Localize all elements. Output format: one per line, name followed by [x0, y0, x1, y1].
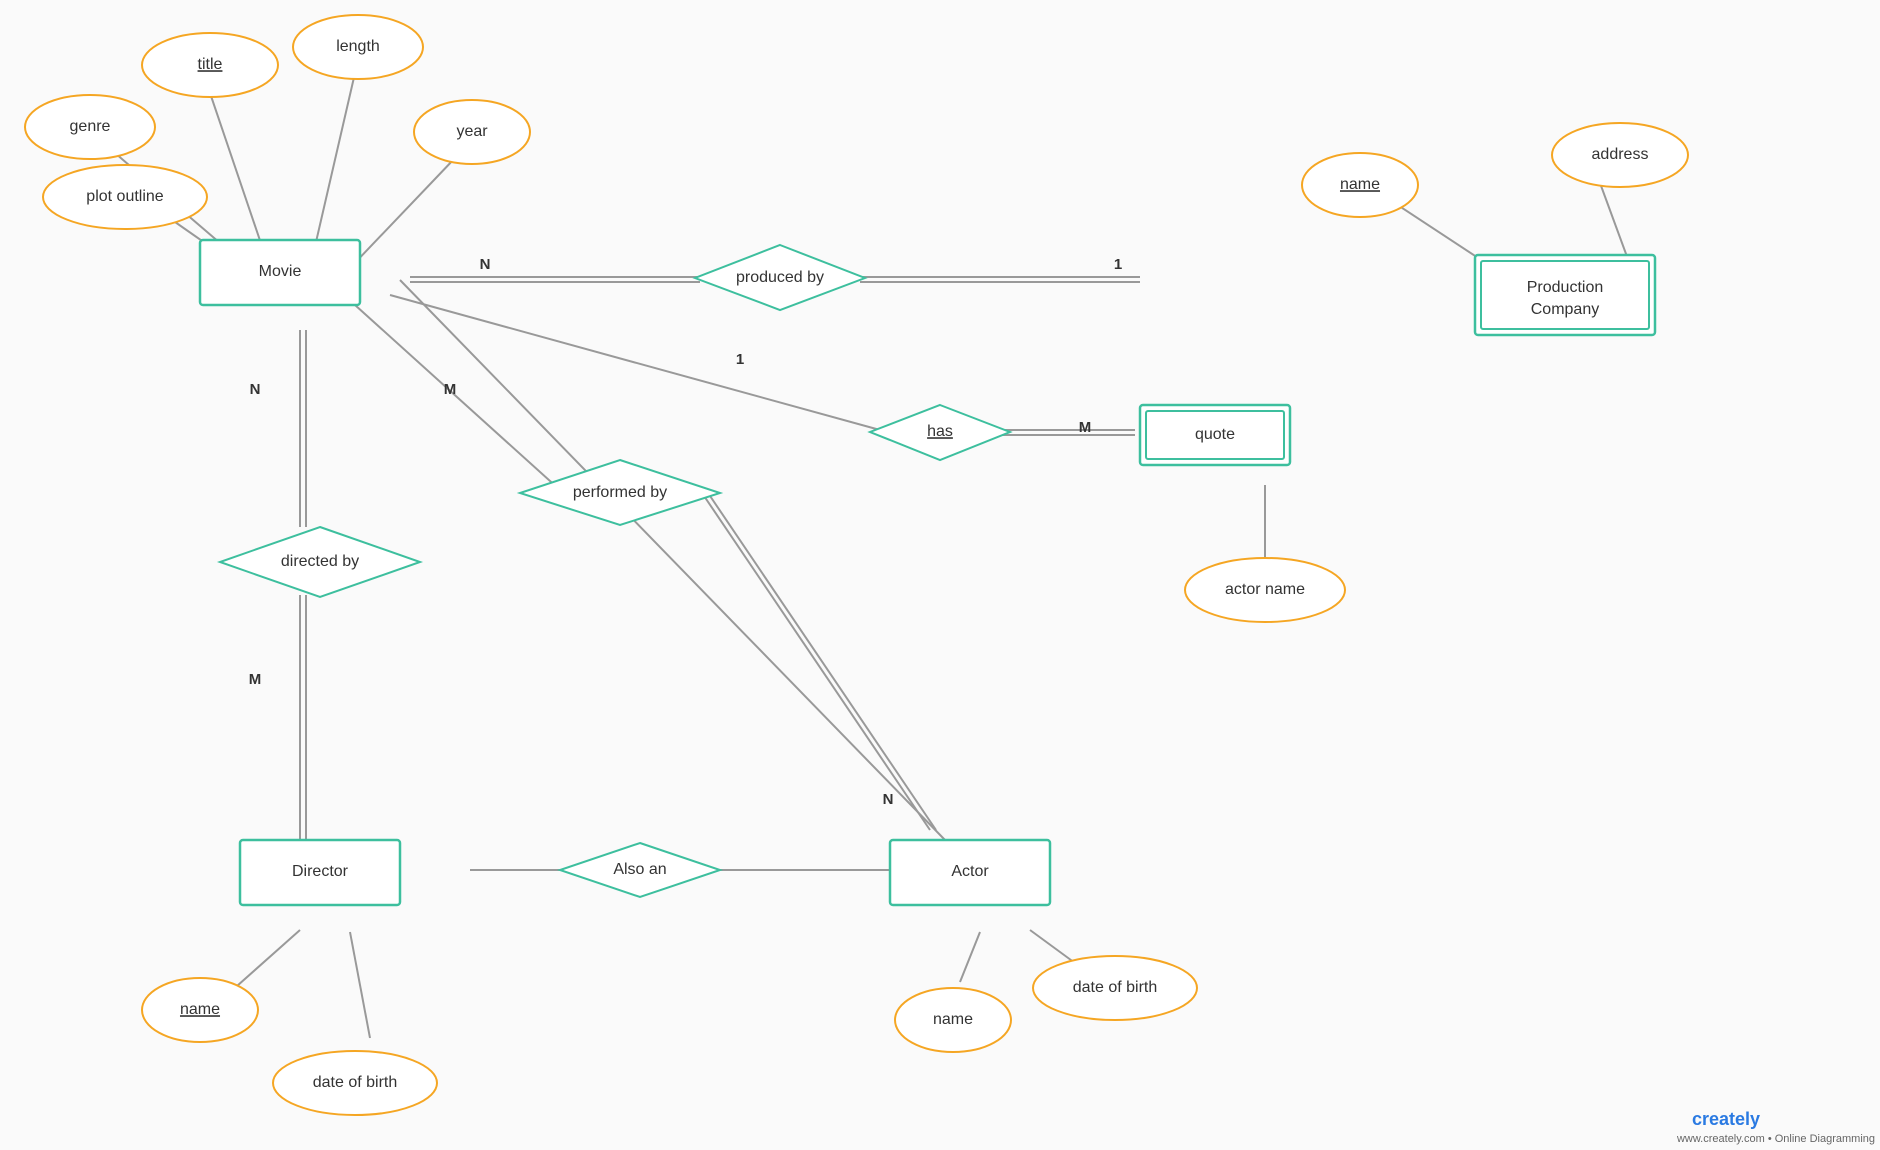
mult-m-directed-bottom: M	[249, 671, 262, 688]
attr-director-name-label: name	[180, 1001, 220, 1018]
mult-1-movie-actor: 1	[736, 351, 744, 368]
relation-produced-by-label: produced by	[736, 269, 824, 286]
attr-length-label: length	[336, 38, 380, 55]
mult-n-performed-actor: N	[883, 791, 894, 808]
mult-m-has: M	[1079, 419, 1092, 436]
attr-pc-name-label: name	[1340, 176, 1380, 193]
attr-pc-address-label: address	[1592, 146, 1649, 163]
mult-m-performed: M	[444, 381, 457, 398]
attr-genre-label: genre	[70, 118, 111, 135]
mult-1-produced: 1	[1114, 256, 1122, 273]
mult-n-produced: N	[480, 256, 491, 273]
relation-performed-by-label: performed by	[573, 484, 667, 501]
entity-actor-label: Actor	[951, 863, 989, 880]
attr-actor-name-label: actor name	[1225, 581, 1305, 598]
entity-production-company-label2: Company	[1531, 301, 1599, 318]
attr-title-label: title	[198, 56, 223, 73]
entity-movie-label: Movie	[259, 263, 302, 280]
creately-logo: creately	[1692, 1109, 1760, 1129]
entity-director-label: Director	[292, 863, 349, 880]
relation-has-label: has	[927, 423, 953, 440]
mult-n-directed-top: N	[250, 381, 261, 398]
relation-also-an-label: Also an	[613, 861, 666, 878]
attr-year-label: year	[456, 123, 488, 140]
attr-actor-dob-label: date of birth	[1073, 979, 1158, 996]
attr-plot-outline-label: plot outline	[86, 188, 163, 205]
entity-quote-label: quote	[1195, 426, 1235, 443]
relation-directed-by-label: directed by	[281, 553, 359, 570]
attr-director-dob-label: date of birth	[313, 1074, 398, 1091]
entity-production-company-label: Production	[1527, 279, 1604, 296]
attr-actor-name2-label: name	[933, 1011, 973, 1028]
creately-sub: www.creately.com • Online Diagramming	[1676, 1133, 1875, 1145]
